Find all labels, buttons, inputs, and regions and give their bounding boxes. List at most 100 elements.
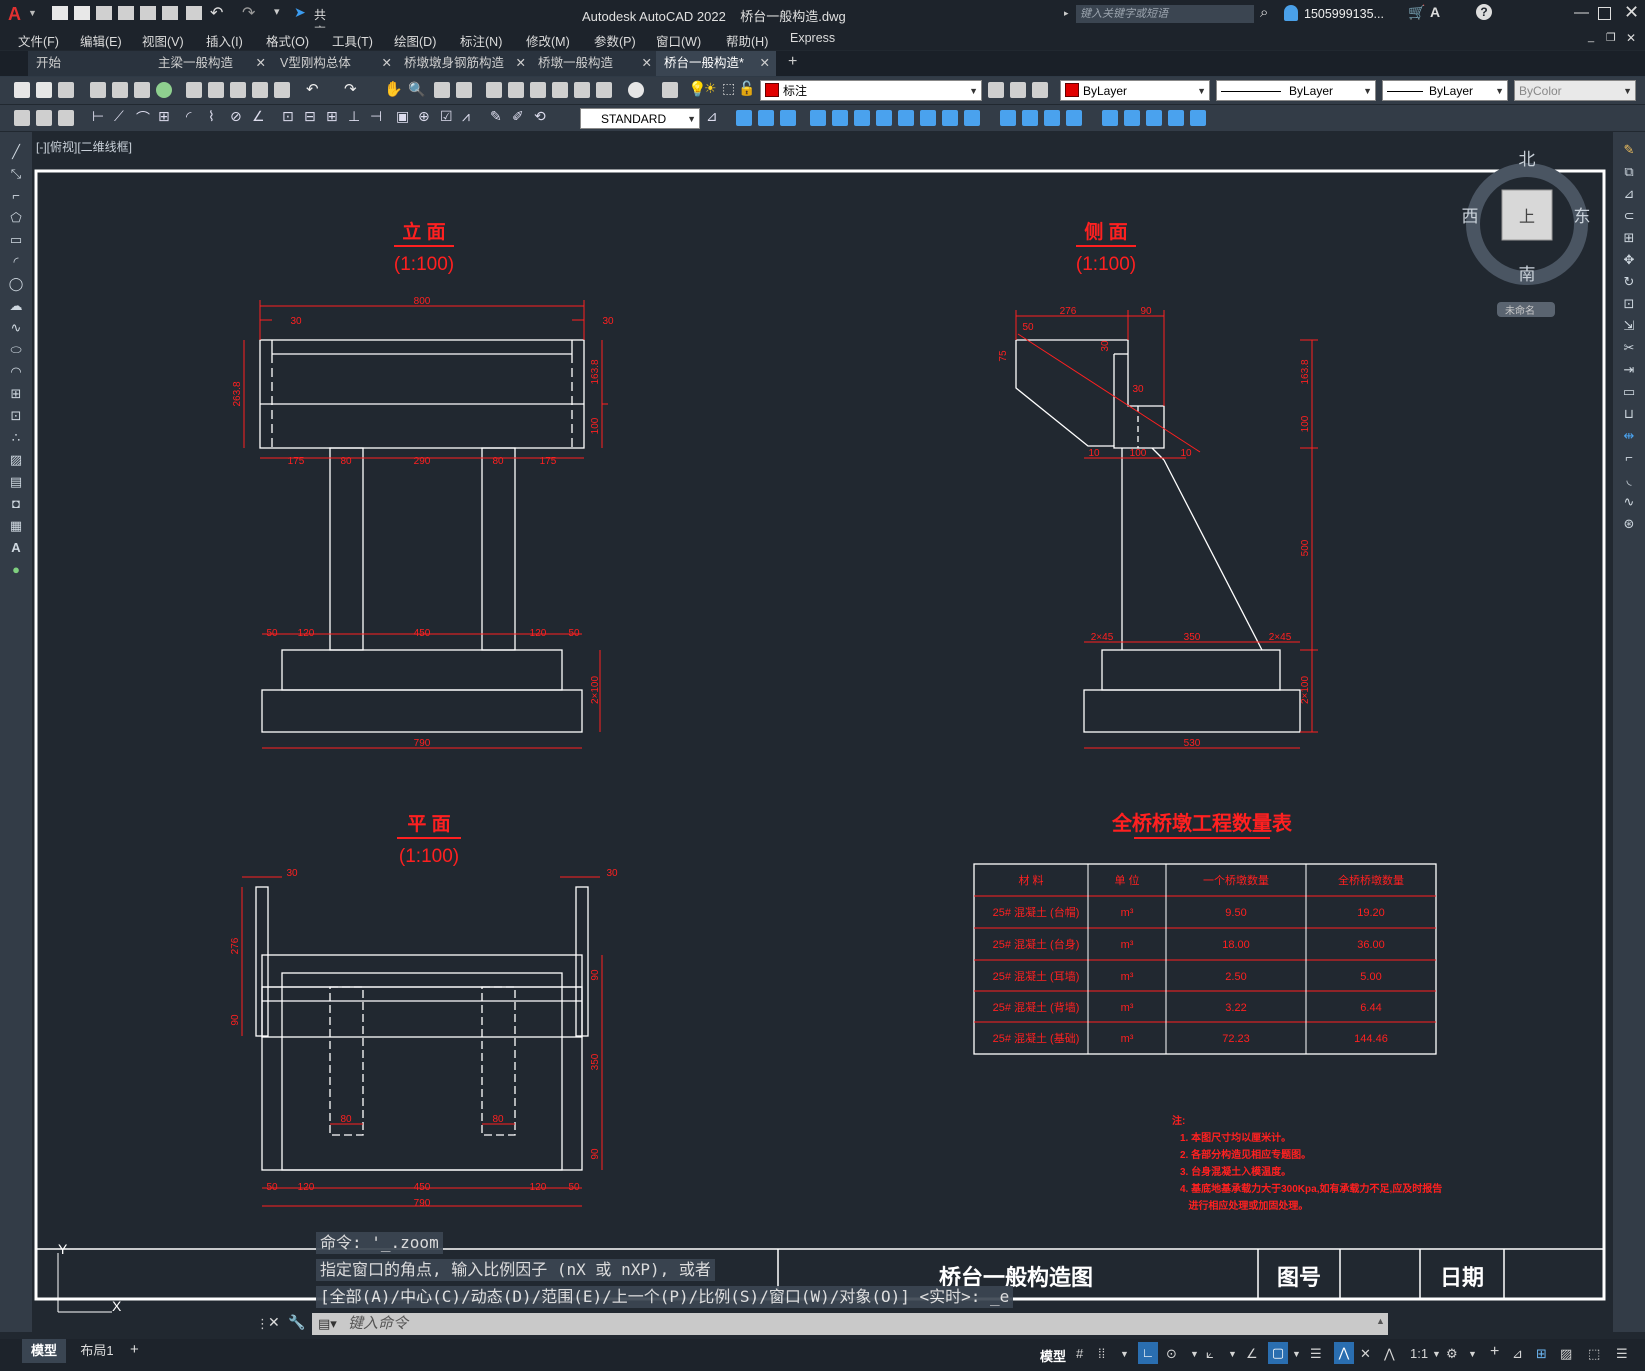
tab-v-frame[interactable]: V型刚构总体 ✕ <box>272 51 399 76</box>
layer-freeze-icon[interactable]: ☀ <box>704 80 717 97</box>
erase-icon[interactable]: ✎ <box>1621 142 1637 158</box>
object-snap-icon[interactable]: ▢ <box>1268 1342 1288 1364</box>
menu-modify[interactable]: 修改(M) <box>526 31 570 50</box>
compass-east[interactable]: 东 <box>1574 207 1591 226</box>
polyline-icon[interactable]: ⌐ <box>8 188 24 204</box>
add-selected-icon[interactable]: ● <box>8 562 24 578</box>
menu-insert[interactable]: 插入(I) <box>206 31 243 50</box>
hardware-acceleration-icon[interactable]: ▨ <box>1560 1346 1572 1362</box>
user-name[interactable]: 1505999135... <box>1304 7 1384 21</box>
table-icon[interactable]: ▦ <box>8 518 24 534</box>
tab-close-icon[interactable]: ✕ <box>382 51 392 76</box>
revcloud-icon[interactable]: ☁ <box>8 298 24 314</box>
compass-west[interactable]: 西 <box>1462 207 1479 226</box>
snap-icon[interactable]: ⁞⁞ <box>1098 1346 1105 1361</box>
open-file-icon[interactable] <box>74 6 90 20</box>
menu-help[interactable]: 帮助(H) <box>726 31 768 50</box>
help-icon[interactable] <box>628 82 644 98</box>
insert-block-icon[interactable]: ⊞ <box>8 386 24 402</box>
make-current-layer-icon[interactable] <box>988 82 1004 98</box>
plot-preview-icon[interactable] <box>112 82 128 98</box>
menu-window[interactable]: 窗口(W) <box>656 31 701 50</box>
new-icon[interactable] <box>14 82 30 98</box>
object-snap-tracking-icon[interactable]: ∠ <box>1246 1346 1258 1362</box>
rotate-icon[interactable] <box>810 110 826 126</box>
design-center-icon[interactable] <box>508 82 524 98</box>
tab-close-icon[interactable]: ✕ <box>516 51 526 76</box>
publish-icon[interactable] <box>134 82 150 98</box>
lineweight-display-icon[interactable]: ☰ <box>1310 1346 1322 1362</box>
help-icon[interactable]: ? <box>1476 4 1492 20</box>
break-point-icon[interactable]: ▭ <box>1621 384 1637 400</box>
dim-style-icon[interactable] <box>14 110 30 126</box>
properties-icon[interactable] <box>486 82 502 98</box>
layout1-tab[interactable]: 布局1 <box>72 1339 122 1363</box>
linear-dim-icon[interactable]: ⊢ <box>92 108 104 125</box>
tab-pier-rebar[interactable]: 桥墩墩身钢筋构造 ✕ <box>396 51 533 76</box>
scale-icon[interactable]: ⊡ <box>1621 296 1637 312</box>
dim-update-icon[interactable]: ⟲ <box>534 108 546 125</box>
dim-style-dropdown[interactable]: STANDARD ▼ <box>580 108 700 129</box>
stretch-icon[interactable]: ⇲ <box>1621 318 1637 334</box>
move-icon[interactable]: ✥ <box>1621 252 1637 268</box>
tolerance-icon[interactable]: ▣ <box>396 108 409 125</box>
join-icon[interactable] <box>1066 110 1082 126</box>
plot-icon[interactable] <box>90 82 106 98</box>
redo-icon[interactable]: ↷ <box>242 3 255 23</box>
quick-properties-icon[interactable]: ⊞ <box>1536 1346 1547 1362</box>
extend-icon[interactable] <box>942 110 958 126</box>
tab-close-icon[interactable]: ✕ <box>256 51 266 76</box>
menu-file[interactable]: 文件(F) <box>18 31 59 50</box>
compass-south[interactable]: 南 <box>1519 265 1536 284</box>
ellipse-arc-icon[interactable]: ◠ <box>8 364 24 380</box>
new-file-icon[interactable] <box>52 6 68 20</box>
gradient-icon[interactable]: ▤ <box>8 474 24 490</box>
hatch-icon[interactable]: ▨ <box>8 452 24 468</box>
annotation-scale-icon[interactable]: ⋀ <box>1384 1346 1395 1362</box>
autocad-logo-icon[interactable]: A <box>8 4 28 24</box>
jogged-linear-icon[interactable]: ⩘ <box>462 108 470 125</box>
mirror-icon[interactable] <box>832 110 848 126</box>
polar-tracking-icon[interactable]: ⊙ <box>1166 1346 1177 1362</box>
drawing-canvas[interactable]: [-][俯视][二维线框] 桥台一般构造图 图号 日期 Y X 上 北 南 东 … <box>32 132 1613 1339</box>
customize-qat-icon[interactable]: ▾ <box>274 5 280 18</box>
undo-icon[interactable]: ↶ <box>306 80 319 98</box>
customization-menu-icon[interactable]: ☰ <box>1616 1346 1628 1362</box>
arc-length-icon[interactable]: ⌒ <box>136 108 150 128</box>
model-space-button[interactable]: 模型 <box>1040 1346 1066 1365</box>
search-input[interactable]: 键入关键字或短语 <box>1076 5 1254 23</box>
ellipse-icon[interactable]: ⬭ <box>8 342 24 358</box>
open-icon[interactable] <box>36 82 52 98</box>
hatch-back-icon[interactable] <box>1190 110 1206 126</box>
annotation-scale-value[interactable]: 1:1 <box>1410 1346 1428 1361</box>
command-close-icon[interactable]: ✕ <box>268 1314 280 1331</box>
doc-restore-icon[interactable]: ❐ <box>1606 31 1616 44</box>
minimize-icon[interactable]: — <box>1574 4 1589 21</box>
workspace-menu-icon[interactable]: ▼ <box>1468 1349 1477 1359</box>
pan-icon[interactable]: ✋ <box>384 80 403 98</box>
lineweight-dropdown[interactable]: ByLayer ▼ <box>1382 80 1508 101</box>
compass-north[interactable]: 北 <box>1519 150 1536 169</box>
recent-commands-icon[interactable]: ▤▾ <box>318 1316 337 1332</box>
point-icon[interactable]: ∴ <box>8 430 24 446</box>
layer-dropdown[interactable]: 标注 ▼ <box>760 80 982 101</box>
tab-abutment-general[interactable]: 桥台一般构造* ✕ <box>656 51 777 76</box>
layer-states-icon[interactable] <box>1032 82 1048 98</box>
maximize-icon[interactable] <box>1598 7 1611 20</box>
layer-vp-freeze-icon[interactable]: ⬚ <box>722 80 735 97</box>
redo-icon[interactable]: ↷ <box>344 80 357 98</box>
continue-dim-icon[interactable]: ⊞ <box>326 108 338 125</box>
stretch-icon[interactable] <box>780 110 796 126</box>
line-icon[interactable]: ╱ <box>8 144 24 160</box>
menu-parametric[interactable]: 参数(P) <box>594 31 636 50</box>
cut-icon[interactable] <box>186 82 202 98</box>
construction-line-icon[interactable]: ⤡ <box>8 166 24 182</box>
ordinate-dim-icon[interactable]: ⊞ <box>158 108 170 125</box>
tool-palettes-icon[interactable] <box>530 82 546 98</box>
region-icon[interactable]: ◘ <box>8 496 24 512</box>
save-as-icon[interactable] <box>118 6 134 20</box>
explode-icon[interactable]: ⊛ <box>1621 516 1637 532</box>
table-style-icon[interactable] <box>58 110 74 126</box>
make-block-icon[interactable]: ⊡ <box>8 408 24 424</box>
blend-icon[interactable]: ∿ <box>1621 494 1637 510</box>
